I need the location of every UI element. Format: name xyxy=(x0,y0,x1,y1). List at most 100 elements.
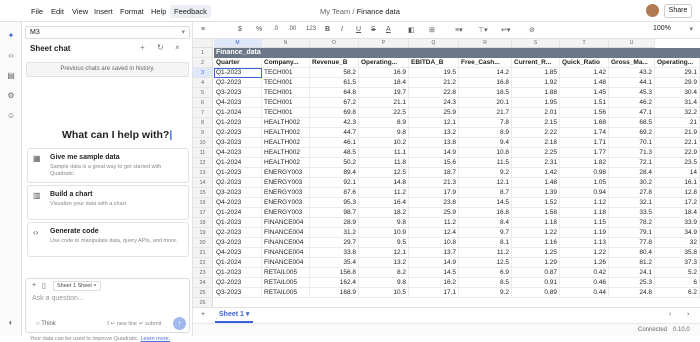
table-cell[interactable]: 81.2 xyxy=(609,258,655,268)
table-cell[interactable]: 1.42 xyxy=(512,168,560,178)
database-icon[interactable]: ▤ xyxy=(6,71,16,81)
send-button[interactable]: ↑ xyxy=(173,317,186,330)
table-cell[interactable]: 50.2 xyxy=(310,158,359,168)
row-header[interactable]: 9 xyxy=(193,128,213,138)
cell-reference-input[interactable]: M3 ▾ xyxy=(25,26,190,39)
table-cell[interactable]: 15.6 xyxy=(409,158,459,168)
clear-formatting-icon[interactable]: ⊘ xyxy=(529,26,535,34)
table-cell[interactable]: Q2-2023 xyxy=(214,228,262,238)
prev-sheet-icon[interactable]: ‹ xyxy=(669,311,671,318)
table-cell[interactable]: 47.1 xyxy=(609,108,655,118)
table-cell[interactable]: 80.4 xyxy=(609,248,655,258)
table-cell[interactable]: 12.1 xyxy=(459,178,512,188)
table-cell[interactable]: 1.85 xyxy=(512,68,560,78)
table-cell[interactable]: 16.8 xyxy=(459,208,512,218)
table-cell[interactable]: Q4-2023 xyxy=(214,248,262,258)
table-column-header[interactable]: Free_Cash... xyxy=(459,58,512,68)
table-cell[interactable]: 5.2 xyxy=(655,268,700,278)
table-cell[interactable]: TECH001 xyxy=(262,98,310,108)
table-cell[interactable]: 44.7 xyxy=(310,128,359,138)
strikethrough-icon[interactable]: S xyxy=(371,26,376,33)
table-column-header[interactable]: Revenue_B xyxy=(310,58,359,68)
table-cell[interactable]: 1.71 xyxy=(560,138,609,148)
column-header-m[interactable]: M xyxy=(214,39,262,48)
table-cell[interactable]: 33.5 xyxy=(609,208,655,218)
table-cell[interactable]: 10.5 xyxy=(359,288,409,298)
table-cell[interactable]: 69.2 xyxy=(609,128,655,138)
table-column-header[interactable]: Quarter xyxy=(214,58,262,68)
table-cell[interactable]: RETAIL005 xyxy=(262,278,310,288)
select-all-corner[interactable] xyxy=(193,39,213,48)
table-cell[interactable]: 2.18 xyxy=(512,138,560,148)
table-cell[interactable]: 1.52 xyxy=(512,198,560,208)
table-cell[interactable]: 9.7 xyxy=(459,228,512,238)
table-cell[interactable]: HEALTH002 xyxy=(262,138,310,148)
table-cell[interactable]: 1.56 xyxy=(560,108,609,118)
table-cell[interactable]: Q1-2023 xyxy=(214,268,262,278)
table-cell[interactable]: 35.8 xyxy=(655,248,700,258)
table-cell[interactable]: 18.7 xyxy=(409,168,459,178)
table-cell[interactable]: 19.5 xyxy=(409,68,459,78)
table-cell[interactable]: 1.22 xyxy=(560,248,609,258)
table-cell[interactable]: 1.45 xyxy=(560,88,609,98)
row-header[interactable]: 17 xyxy=(193,208,213,218)
think-toggle[interactable]: ○ Think xyxy=(36,321,56,327)
table-cell[interactable]: Q3-2023 xyxy=(214,138,262,148)
table-cell[interactable]: 12.1 xyxy=(359,248,409,258)
table-cell[interactable]: 31.4 xyxy=(655,98,700,108)
table-cell[interactable]: Q2-2023 xyxy=(214,78,262,88)
row-header[interactable]: 14 xyxy=(193,178,213,188)
table-cell[interactable]: 17.9 xyxy=(409,188,459,198)
table-cell[interactable]: 28.9 xyxy=(310,218,359,228)
table-cell[interactable]: 33.8 xyxy=(310,248,359,258)
table-cell[interactable]: 1.68 xyxy=(560,118,609,128)
table-cell[interactable]: FINANCE004 xyxy=(262,228,310,238)
row-header[interactable]: 16 xyxy=(193,198,213,208)
table-column-header[interactable]: Current_R... xyxy=(512,58,560,68)
table-cell[interactable]: Q3-2023 xyxy=(214,88,262,98)
table-cell[interactable]: 18.2 xyxy=(359,208,409,218)
table-cell[interactable]: TECH001 xyxy=(262,88,310,98)
table-cell[interactable]: FINANCE004 xyxy=(262,218,310,228)
table-cell[interactable]: 25.9 xyxy=(409,208,459,218)
table-cell[interactable]: Q2-2023 xyxy=(214,278,262,288)
table-cell[interactable]: 6.9 xyxy=(459,268,512,278)
table-cell[interactable]: 1.18 xyxy=(512,218,560,228)
new-chat-icon[interactable]: + xyxy=(140,43,145,52)
share-button[interactable]: Share xyxy=(664,4,692,18)
table-cell[interactable]: 1.88 xyxy=(512,88,560,98)
row-header[interactable]: 8 xyxy=(193,118,213,128)
table-cell[interactable]: 70.1 xyxy=(609,138,655,148)
menu-view[interactable]: View xyxy=(72,7,88,16)
table-cell[interactable]: 10.9 xyxy=(359,228,409,238)
row-header[interactable]: 11 xyxy=(193,148,213,158)
table-cell[interactable]: 9.2 xyxy=(459,168,512,178)
table-cell[interactable]: Q1-2024 xyxy=(214,258,262,268)
table-cell[interactable]: 2.31 xyxy=(512,158,560,168)
table-cell[interactable]: 1.05 xyxy=(560,178,609,188)
table-cell[interactable]: 22.8 xyxy=(409,88,459,98)
settings-icon[interactable]: ⚙ xyxy=(6,91,16,101)
table-cell[interactable]: 44.1 xyxy=(609,78,655,88)
table-cell[interactable]: 20.1 xyxy=(459,98,512,108)
number-format-button[interactable]: 123 xyxy=(306,26,316,32)
table-cell[interactable]: HEALTH002 xyxy=(262,128,310,138)
row-header[interactable]: 21 xyxy=(193,248,213,258)
table-cell[interactable]: 24.8 xyxy=(609,288,655,298)
menu-edit[interactable]: Edit xyxy=(51,7,64,16)
table-cell[interactable]: 9.8 xyxy=(359,128,409,138)
zoom-select[interactable]: 100% ▾ xyxy=(653,25,695,36)
table-cell[interactable]: 24.3 xyxy=(409,98,459,108)
row-header[interactable]: 19 xyxy=(193,228,213,238)
table-cell[interactable]: 1.13 xyxy=(560,238,609,248)
table-cell[interactable]: 31.2 xyxy=(310,228,359,238)
next-sheet-icon[interactable]: › xyxy=(687,311,689,318)
row-header[interactable]: 4 xyxy=(193,78,213,88)
row-header[interactable]: 7 xyxy=(193,108,213,118)
table-cell[interactable]: 27.8 xyxy=(609,188,655,198)
table-cell[interactable]: 1.92 xyxy=(512,78,560,88)
table-cell[interactable]: 12.8 xyxy=(655,188,700,198)
table-cell[interactable]: Q1-2024 xyxy=(214,208,262,218)
table-cell[interactable]: 22.5 xyxy=(359,108,409,118)
table-cell[interactable]: 1.19 xyxy=(560,228,609,238)
